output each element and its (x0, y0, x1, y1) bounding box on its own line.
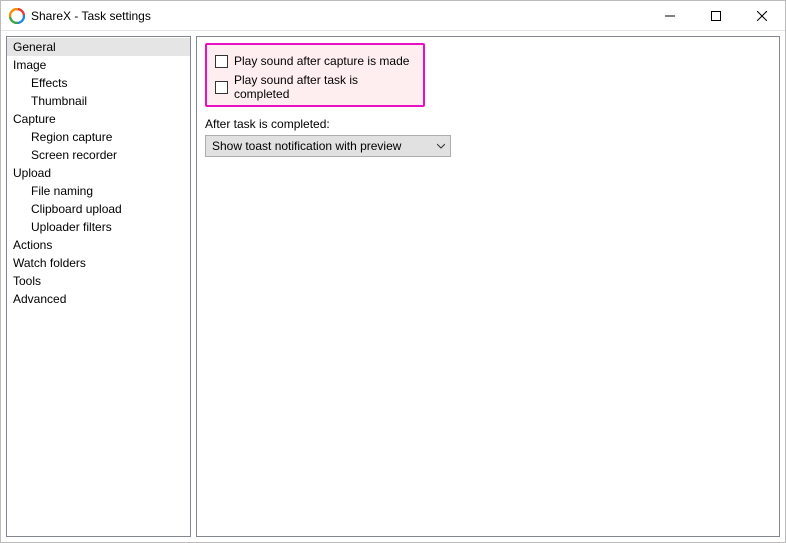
sidebar-item-capture[interactable]: Capture (7, 110, 190, 128)
maximize-button[interactable] (693, 1, 739, 30)
after-task-label: After task is completed: (205, 117, 771, 131)
settings-sidebar[interactable]: GeneralImageEffectsThumbnailCaptureRegio… (6, 36, 191, 537)
play-sound-task-row[interactable]: Play sound after task is completed (215, 77, 415, 97)
after-task-dropdown[interactable]: Show toast notification with preview (205, 135, 451, 157)
sidebar-item-tools[interactable]: Tools (7, 272, 190, 290)
sidebar-item-clipboard-upload[interactable]: Clipboard upload (7, 200, 190, 218)
sidebar-item-screen-recorder[interactable]: Screen recorder (7, 146, 190, 164)
sharex-icon (9, 8, 25, 24)
sidebar-item-thumbnail[interactable]: Thumbnail (7, 92, 190, 110)
after-task-dropdown-text: Show toast notification with preview (212, 139, 432, 153)
play-sound-task-label: Play sound after task is completed (234, 73, 415, 101)
settings-content: Play sound after capture is made Play so… (196, 36, 780, 537)
task-settings-window: ShareX - Task settings GeneralImageEffec… (0, 0, 786, 543)
sidebar-item-region-capture[interactable]: Region capture (7, 128, 190, 146)
sidebar-item-uploader-filters[interactable]: Uploader filters (7, 218, 190, 236)
play-sound-capture-row[interactable]: Play sound after capture is made (215, 51, 415, 71)
window-controls (647, 1, 785, 30)
sidebar-item-actions[interactable]: Actions (7, 236, 190, 254)
play-sound-task-checkbox[interactable] (215, 81, 228, 94)
sidebar-item-general[interactable]: General (7, 38, 190, 56)
sidebar-item-effects[interactable]: Effects (7, 74, 190, 92)
chevron-down-icon (432, 142, 450, 150)
titlebar: ShareX - Task settings (1, 1, 785, 31)
minimize-button[interactable] (647, 1, 693, 30)
close-button[interactable] (739, 1, 785, 30)
sidebar-item-watch-folders[interactable]: Watch folders (7, 254, 190, 272)
sidebar-item-file-naming[interactable]: File naming (7, 182, 190, 200)
play-sound-capture-label: Play sound after capture is made (234, 54, 409, 68)
highlight-box: Play sound after capture is made Play so… (205, 43, 425, 107)
window-title: ShareX - Task settings (31, 9, 647, 23)
sidebar-item-image[interactable]: Image (7, 56, 190, 74)
play-sound-capture-checkbox[interactable] (215, 55, 228, 68)
window-body: GeneralImageEffectsThumbnailCaptureRegio… (1, 31, 785, 542)
sidebar-item-upload[interactable]: Upload (7, 164, 190, 182)
sidebar-item-advanced[interactable]: Advanced (7, 290, 190, 308)
